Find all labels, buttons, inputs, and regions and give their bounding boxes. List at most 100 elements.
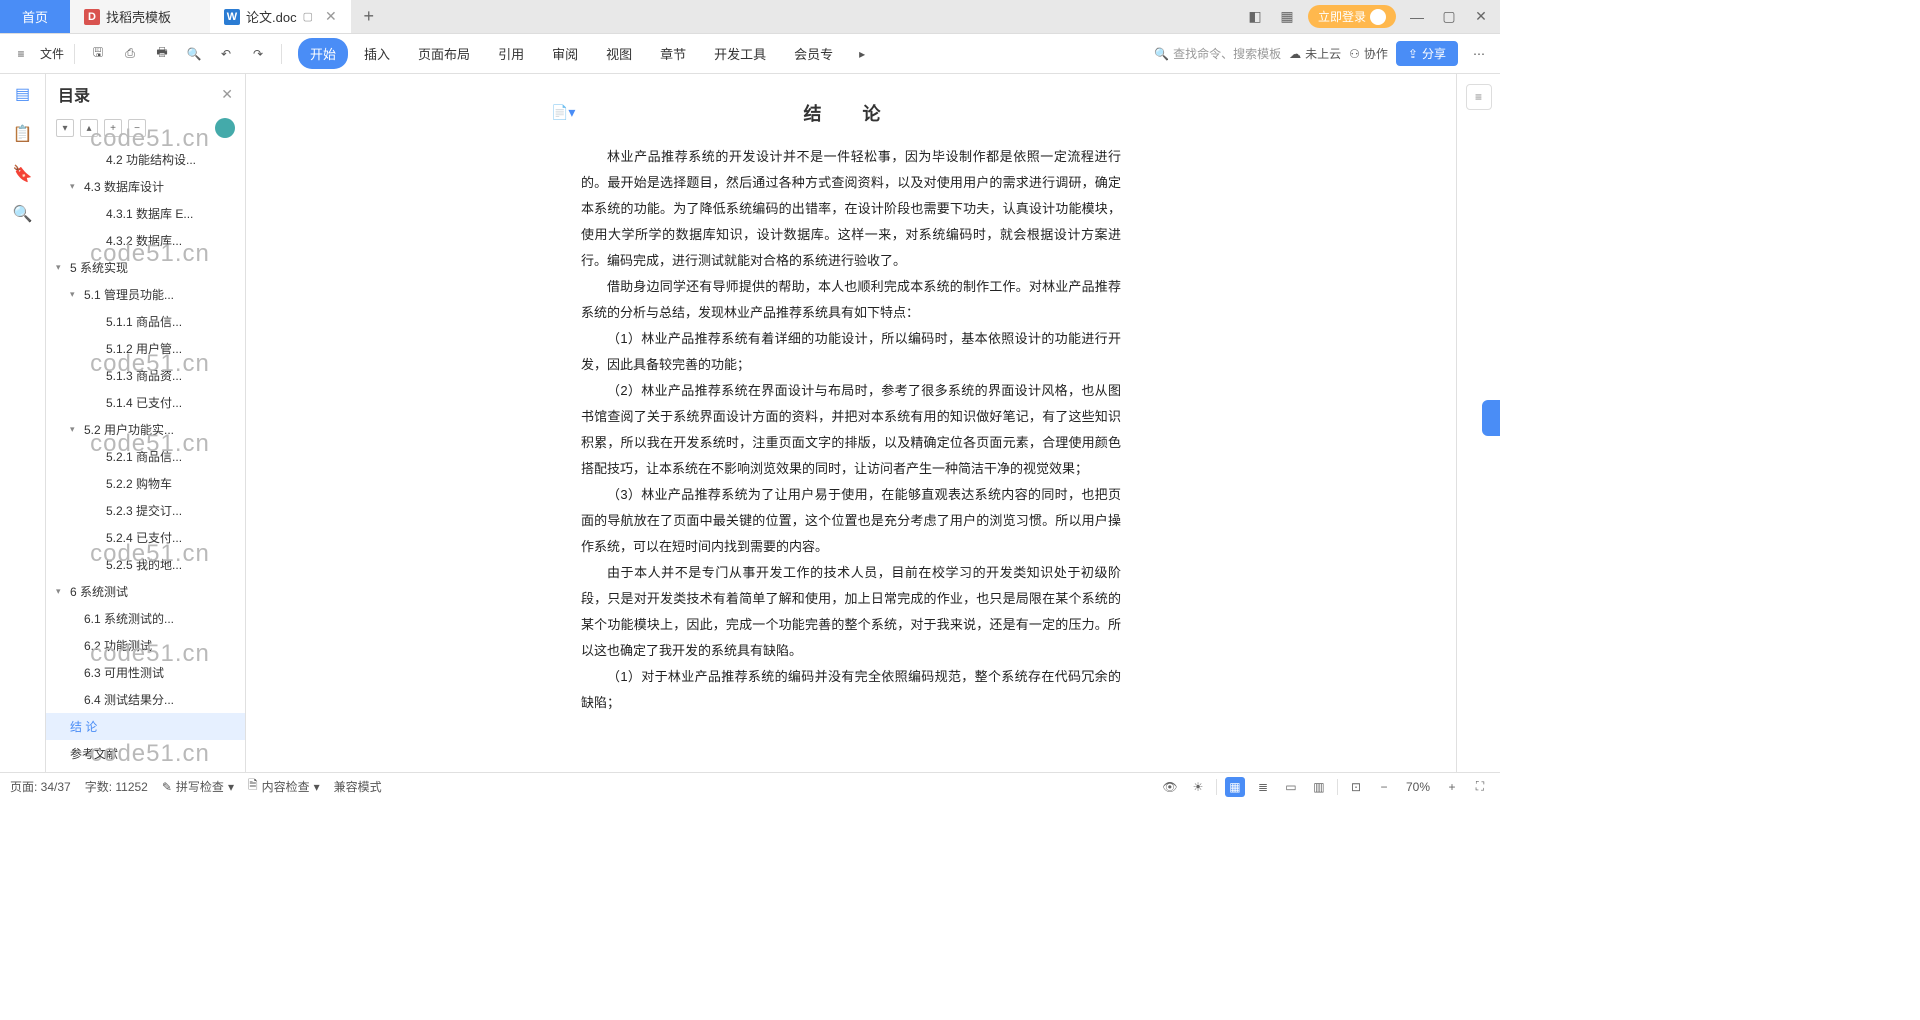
outline-item[interactable]: 5.2.3 提交订... xyxy=(46,497,245,524)
search-icon: 🔍 xyxy=(1154,47,1169,61)
view-outline-icon[interactable]: ≣ xyxy=(1253,777,1273,797)
menu-tab-章节[interactable]: 章节 xyxy=(648,38,698,69)
page-marker-icon[interactable]: 📄▾ xyxy=(551,104,575,121)
outline-item[interactable]: 致 谢 xyxy=(46,767,245,772)
right-panel-toggle-icon[interactable]: ≡ xyxy=(1466,84,1492,110)
expand-all-icon[interactable]: ▴ xyxy=(80,119,98,137)
word-count[interactable]: 字数: 11252 xyxy=(85,778,148,795)
remove-heading-icon[interactable]: − xyxy=(128,119,146,137)
print-icon[interactable]: 🖶 xyxy=(149,41,175,67)
outline-label: 5.1.3 商品资... xyxy=(106,367,182,384)
hamburger-icon[interactable]: ≡ xyxy=(8,41,34,67)
outline-item[interactable]: 4.3.1 数据库 E... xyxy=(46,200,245,227)
save-icon[interactable]: 🖫 xyxy=(85,41,111,67)
zoom-in-icon[interactable]: + xyxy=(1442,777,1462,797)
apps-icon[interactable]: ▦ xyxy=(1276,6,1298,28)
outline-item[interactable]: 5.2.4 已支付... xyxy=(46,524,245,551)
outline-label: 5.2.1 商品信... xyxy=(106,448,182,465)
content-check[interactable]: 🗎内容检查▾ xyxy=(248,776,320,797)
zoom-level[interactable]: 70% xyxy=(1402,780,1434,794)
brightness-icon[interactable]: ☀ xyxy=(1188,777,1208,797)
menu-tab-视图[interactable]: 视图 xyxy=(594,38,644,69)
outline-item[interactable]: 6.1 系统测试的... xyxy=(46,605,245,632)
collapse-all-icon[interactable]: ▾ xyxy=(56,119,74,137)
outline-item[interactable]: 参考文献 xyxy=(46,740,245,767)
bookmark-icon[interactable]: 🔖 xyxy=(11,162,35,186)
outline-item[interactable]: 5.1.3 商品资... xyxy=(46,362,245,389)
outline-item[interactable]: 5.2.1 商品信... xyxy=(46,443,245,470)
tab-document[interactable]: W 论文.doc ▢ ✕ xyxy=(210,0,351,33)
close-outline-icon[interactable]: ✕ xyxy=(221,86,233,103)
side-drawer-handle[interactable] xyxy=(1482,400,1500,436)
redo-icon[interactable]: ↷ xyxy=(245,41,271,67)
menu-file[interactable]: 文件 xyxy=(40,45,64,62)
view-reading-icon[interactable]: ▭ xyxy=(1281,777,1301,797)
outline-item[interactable]: 5.1.4 已支付... xyxy=(46,389,245,416)
tab-template-store[interactable]: D 找稻壳模板 xyxy=(70,0,210,33)
zoom-fit-icon[interactable]: ⊡ xyxy=(1346,777,1366,797)
outline-item[interactable]: 结 论 xyxy=(46,713,245,740)
tab-home[interactable]: 首页 xyxy=(0,0,70,33)
outline-item[interactable]: ▾6 系统测试 xyxy=(46,578,245,605)
menu-tab-开发工具[interactable]: 开发工具 xyxy=(702,38,778,69)
outline-item[interactable]: ▾4.3 数据库设计 xyxy=(46,173,245,200)
outline-item[interactable]: 6.4 测试结果分... xyxy=(46,686,245,713)
paragraph: 由于本人并不是专门从事开发工作的技术人员，目前在校学习的开发类知识处于初级阶段，… xyxy=(581,560,1121,664)
caret-icon: ▾ xyxy=(70,181,80,192)
login-button[interactable]: 立即登录 xyxy=(1308,5,1396,28)
menu-tab-引用[interactable]: 引用 xyxy=(486,38,536,69)
left-rail: ▤ 📋 🔖 🔍 xyxy=(0,74,46,772)
zoom-out-icon[interactable]: − xyxy=(1374,777,1394,797)
outline-item[interactable]: 6.2 功能测试 xyxy=(46,632,245,659)
menu-tab-插入[interactable]: 插入 xyxy=(352,38,402,69)
undo-icon[interactable]: ↶ xyxy=(213,41,239,67)
menu-tab-会员专[interactable]: 会员专 xyxy=(782,38,845,69)
fullscreen-icon[interactable]: ⛶ xyxy=(1470,777,1490,797)
outline-label: 5.1.4 已支付... xyxy=(106,394,182,411)
ribbon-more-icon[interactable]: ▸ xyxy=(849,41,875,67)
view-web-icon[interactable]: ▥ xyxy=(1309,777,1329,797)
outline-item[interactable]: 5.1.2 用户管... xyxy=(46,335,245,362)
layout-icon[interactable]: ◧ xyxy=(1244,6,1266,28)
outline-label: 6.2 功能测试 xyxy=(84,637,152,654)
collab-button[interactable]: ⚇ 协作 xyxy=(1349,45,1388,62)
maximize-button[interactable]: ▢ xyxy=(1438,6,1460,28)
outline-title: 目录 xyxy=(58,82,90,106)
outline-item[interactable]: 5.1.1 商品信... xyxy=(46,308,245,335)
new-tab-button[interactable]: + xyxy=(351,0,387,33)
menu-tab-页面布局[interactable]: 页面布局 xyxy=(406,38,482,69)
outline-icon[interactable]: ▤ xyxy=(11,82,35,106)
search-rail-icon[interactable]: 🔍 xyxy=(11,202,35,226)
menu-tab-审阅[interactable]: 审阅 xyxy=(540,38,590,69)
check-icon: ✎ xyxy=(162,780,172,794)
paragraph: （3）林业产品推荐系统为了让用户易于使用，在能够直观表达系统内容的同时，也把页面… xyxy=(581,482,1121,560)
preview-icon[interactable]: 🔍 xyxy=(181,41,207,67)
window-preview-icon[interactable]: ▢ xyxy=(303,10,313,23)
share-button[interactable]: ⇪ 分享 xyxy=(1396,41,1458,66)
command-search[interactable]: 🔍 查找命令、搜索模板 xyxy=(1154,45,1281,62)
outline-item[interactable]: ▾5.2 用户功能实... xyxy=(46,416,245,443)
menu-tab-开始[interactable]: 开始 xyxy=(298,38,348,69)
page-indicator[interactable]: 页面: 34/37 xyxy=(10,778,71,795)
clipboard-icon[interactable]: 📋 xyxy=(11,122,35,146)
view-page-icon[interactable]: ▦ xyxy=(1225,777,1245,797)
ai-avatar-icon[interactable] xyxy=(215,118,235,138)
add-heading-icon[interactable]: + xyxy=(104,119,122,137)
outline-item[interactable]: ▾5.1 管理员功能... xyxy=(46,281,245,308)
outline-item[interactable]: ▾5 系统实现 xyxy=(46,254,245,281)
close-tab-icon[interactable]: ✕ xyxy=(325,8,337,25)
compat-mode[interactable]: 兼容模式 xyxy=(334,778,382,795)
document-area[interactable]: 📄▾ 结 论 林业产品推荐系统的开发设计并不是一件轻松事，因为毕设制作都是依照一… xyxy=(246,74,1456,772)
outline-item[interactable]: 5.2.5 我的地... xyxy=(46,551,245,578)
outline-item[interactable]: 4.2 功能结构设... xyxy=(46,146,245,173)
outline-item[interactable]: 4.3.2 数据库... xyxy=(46,227,245,254)
eye-icon[interactable]: 👁 xyxy=(1160,777,1180,797)
cloud-status[interactable]: ☁ 未上云 xyxy=(1289,45,1341,62)
outline-item[interactable]: 5.2.2 购物车 xyxy=(46,470,245,497)
outline-item[interactable]: 6.3 可用性测试 xyxy=(46,659,245,686)
close-window-button[interactable]: ✕ xyxy=(1470,6,1492,28)
more-menu-icon[interactable]: ⋯ xyxy=(1466,41,1492,67)
minimize-button[interactable]: — xyxy=(1406,6,1428,28)
export-icon[interactable]: ⎙ xyxy=(117,41,143,67)
spell-check[interactable]: ✎拼写检查▾ xyxy=(162,778,234,795)
